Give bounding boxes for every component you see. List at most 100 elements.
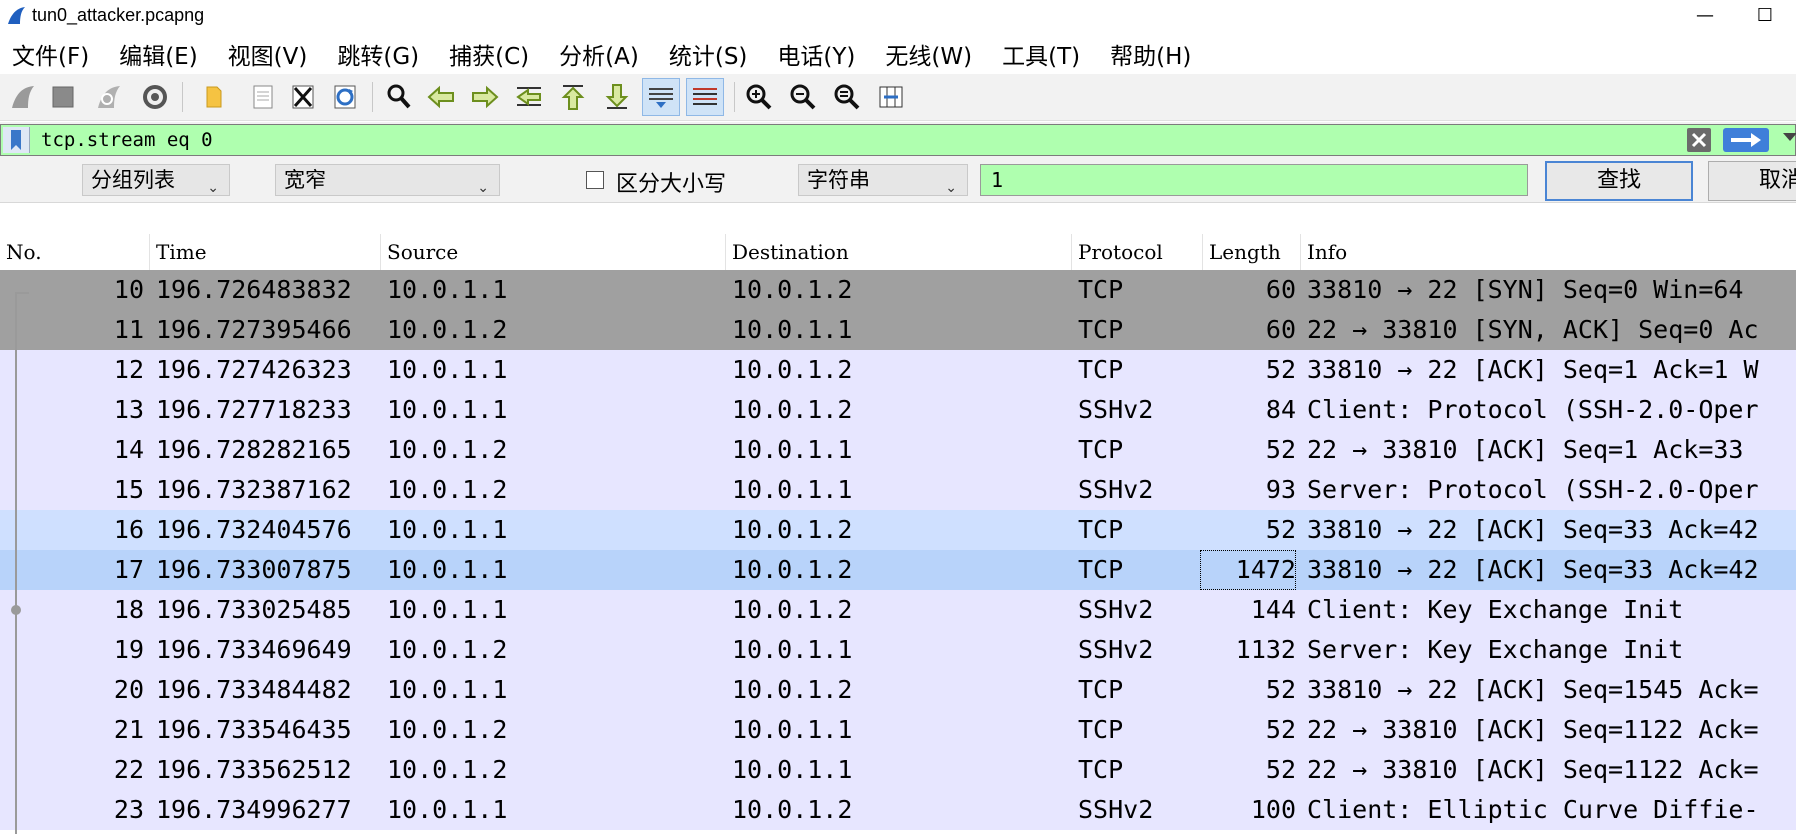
packet-destination: 10.0.1.2 xyxy=(732,355,853,384)
menu-capture[interactable]: 捕获(C) xyxy=(449,37,529,71)
packet-info: 33810 → 22 [ACK] Seq=1545 Ack= xyxy=(1307,675,1759,704)
menu-analyze[interactable]: 分析(A) xyxy=(559,37,639,71)
toolbar-separator xyxy=(734,82,735,112)
packet-destination: 10.0.1.1 xyxy=(732,635,853,664)
find-packet-icon[interactable] xyxy=(380,78,418,116)
column-header-destination[interactable]: Destination xyxy=(726,234,1072,270)
column-header-source[interactable]: Source xyxy=(381,234,726,270)
bookmark-icon[interactable] xyxy=(3,127,30,153)
column-header-length[interactable]: Length xyxy=(1203,234,1301,270)
column-header-time[interactable]: Time xyxy=(150,234,381,270)
start-capture-icon[interactable] xyxy=(4,78,42,116)
display-filter-text[interactable]: tcp.stream eq 0 xyxy=(41,129,213,151)
window-title: tun0_attacker.pcapng xyxy=(32,5,205,25)
packet-length: 1132 xyxy=(1235,635,1296,664)
close-file-icon[interactable] xyxy=(284,78,322,116)
menu-tools[interactable]: 工具(T) xyxy=(1002,37,1080,71)
open-file-icon[interactable] xyxy=(196,78,234,116)
auto-scroll-icon[interactable] xyxy=(642,78,680,116)
zoom-out-icon[interactable] xyxy=(784,78,822,116)
clear-filter-icon[interactable] xyxy=(1687,128,1711,152)
table-row[interactable]: 20 196.733484482 10.0.1.1 10.0.1.2 TCP 52 3381… xyxy=(0,670,1796,710)
go-to-packet-icon[interactable] xyxy=(510,78,548,116)
packet-no: 22 xyxy=(113,755,144,784)
reload-file-icon[interactable] xyxy=(326,78,364,116)
table-row[interactable]: 14 196.728282165 10.0.1.2 10.0.1.1 TCP 52 22 →… xyxy=(0,430,1796,470)
conversation-bracket-start xyxy=(15,292,29,294)
display-filter-input[interactable]: tcp.stream eq 0 xyxy=(0,124,1796,156)
packet-no: 15 xyxy=(113,475,144,504)
restart-capture-icon[interactable] xyxy=(90,78,128,116)
go-first-icon[interactable] xyxy=(554,78,592,116)
packet-length: 93 xyxy=(1265,475,1296,504)
zoom-in-icon[interactable] xyxy=(740,78,778,116)
packet-source: 10.0.1.2 xyxy=(387,475,508,504)
filter-history-dropdown-icon[interactable] xyxy=(1783,133,1796,141)
table-row[interactable]: 13 196.727718233 10.0.1.1 10.0.1.2 SSHv2 84 Cl… xyxy=(0,390,1796,430)
table-row[interactable]: 12 196.727426323 10.0.1.1 10.0.1.2 TCP 52 3381… xyxy=(0,350,1796,390)
packet-time: 196.727395466 xyxy=(156,315,352,344)
table-row[interactable]: 19 196.733469649 10.0.1.2 10.0.1.1 SSHv2 1132… xyxy=(0,630,1796,670)
column-header-protocol[interactable]: Protocol xyxy=(1072,234,1203,270)
save-file-icon[interactable] xyxy=(244,78,282,116)
packet-no: 11 xyxy=(113,315,144,344)
packet-source: 10.0.1.2 xyxy=(387,715,508,744)
go-last-icon[interactable] xyxy=(598,78,636,116)
menu-view[interactable]: 视图(V) xyxy=(228,37,308,71)
minimize-button[interactable]: — xyxy=(1690,2,1720,30)
case-sensitive-checkbox[interactable] xyxy=(586,171,604,189)
packet-no: 10 xyxy=(113,275,144,304)
search-type-select[interactable]: 字符串 ⌄ xyxy=(798,164,968,196)
go-forward-icon[interactable] xyxy=(466,78,504,116)
table-row[interactable]: 10 196.726483832 10.0.1.1 10.0.1.2 TCP 60 3381… xyxy=(0,270,1796,310)
menu-go[interactable]: 跳转(G) xyxy=(337,37,419,71)
find-button[interactable]: 查找 xyxy=(1545,161,1693,201)
main-toolbar xyxy=(0,74,1796,121)
menu-edit[interactable]: 编辑(E) xyxy=(119,37,197,71)
menu-file[interactable]: 文件(F) xyxy=(12,37,89,71)
capture-options-icon[interactable] xyxy=(136,78,174,116)
table-row[interactable]: 16 196.732404576 10.0.1.1 10.0.1.2 TCP 52 3381… xyxy=(0,510,1796,550)
colorize-icon[interactable] xyxy=(686,78,724,116)
cancel-button[interactable]: 取消 xyxy=(1708,161,1796,201)
menu-statistics[interactable]: 统计(S) xyxy=(669,37,748,71)
packet-info: Client: Elliptic Curve Diffie- xyxy=(1307,795,1759,824)
packet-info: Server: Key Exchange Init xyxy=(1307,635,1684,664)
table-row[interactable]: 21 196.733546435 10.0.1.2 10.0.1.1 TCP 52 22 →… xyxy=(0,710,1796,750)
menu-telephony[interactable]: 电话(Y) xyxy=(777,37,855,71)
table-row[interactable]: 15 196.732387162 10.0.1.2 10.0.1.1 SSHv2 93 Se… xyxy=(0,470,1796,510)
go-back-icon[interactable] xyxy=(422,78,460,116)
chevron-down-icon: ⌄ xyxy=(477,180,489,196)
packet-no: 12 xyxy=(113,355,144,384)
packet-protocol: TCP xyxy=(1078,275,1124,304)
zoom-normal-icon[interactable] xyxy=(828,78,866,116)
char-width-select[interactable]: 宽窄 ⌄ xyxy=(275,164,500,196)
table-row[interactable]: 23 196.734996277 10.0.1.1 10.0.1.2 SSHv2 100 C… xyxy=(0,790,1796,830)
column-header-info[interactable]: Info xyxy=(1301,234,1796,270)
packet-info: 22 → 33810 [ACK] Seq=1 Ack=33 xyxy=(1307,435,1744,464)
packet-source: 10.0.1.1 xyxy=(387,555,508,584)
packet-info: 22 → 33810 [ACK] Seq=1122 Ack= xyxy=(1307,715,1759,744)
case-sensitive-label: 区分大小写 xyxy=(616,172,727,197)
packet-no: 14 xyxy=(113,435,144,464)
menu-help[interactable]: 帮助(H) xyxy=(1110,37,1191,71)
packet-protocol: SSHv2 xyxy=(1078,475,1154,504)
stop-capture-icon[interactable] xyxy=(44,78,82,116)
resize-columns-icon[interactable] xyxy=(872,78,910,116)
maximize-button[interactable]: ☐ xyxy=(1750,2,1780,30)
search-in-select[interactable]: 分组列表 ⌄ xyxy=(82,164,230,196)
packet-time: 196.726483832 xyxy=(156,275,352,304)
table-row[interactable]: 17 196.733007875 10.0.1.1 10.0.1.2 TCP 1472 33… xyxy=(0,550,1796,590)
packet-source: 10.0.1.2 xyxy=(387,435,508,464)
packet-info: 33810 → 22 [ACK] Seq=33 Ack=42 xyxy=(1307,555,1759,584)
search-string-input[interactable]: 1 xyxy=(980,164,1528,196)
table-row[interactable]: 11 196.727395466 10.0.1.2 10.0.1.1 TCP 60 22 →… xyxy=(0,310,1796,350)
packet-protocol: TCP xyxy=(1078,755,1124,784)
packet-info: Client: Protocol (SSH-2.0-Oper xyxy=(1307,395,1759,424)
apply-filter-icon[interactable] xyxy=(1723,128,1769,152)
table-row[interactable]: 18 196.733025485 10.0.1.1 10.0.1.2 SSHv2 144 C… xyxy=(0,590,1796,630)
packet-time: 196.727718233 xyxy=(156,395,352,424)
menu-wireless[interactable]: 无线(W) xyxy=(885,37,972,71)
column-header-no[interactable]: No. xyxy=(0,234,150,270)
table-row[interactable]: 22 196.733562512 10.0.1.2 10.0.1.1 TCP 52 22 →… xyxy=(0,750,1796,790)
